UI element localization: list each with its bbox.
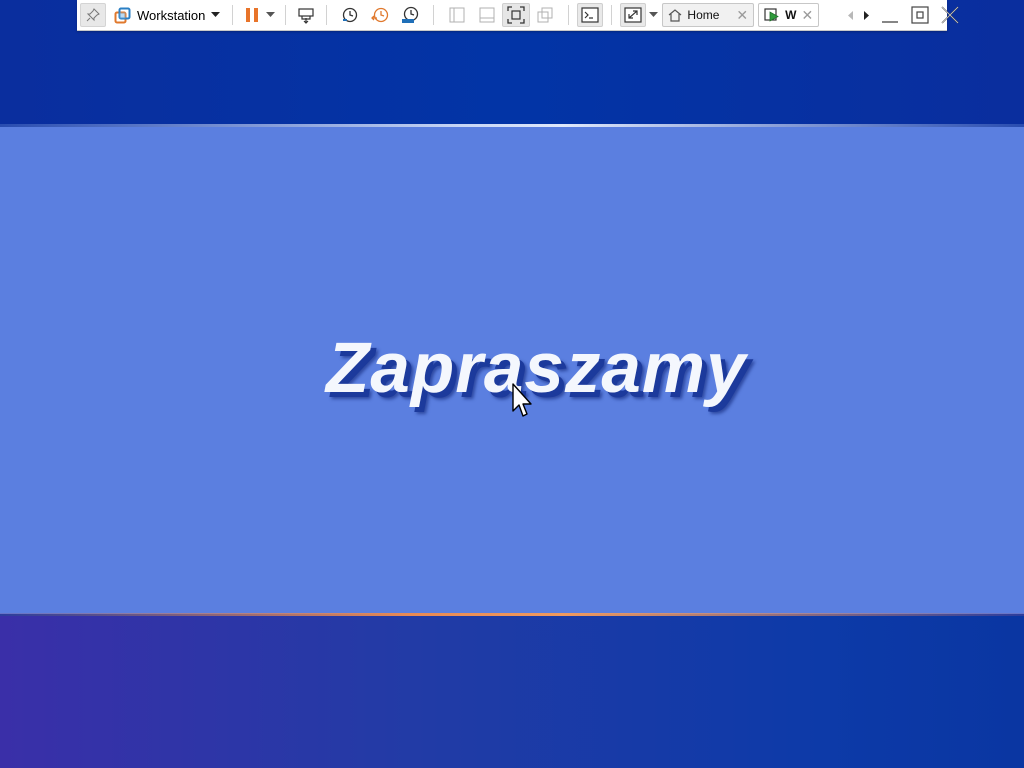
toolbar-separator xyxy=(433,5,435,25)
pin-icon xyxy=(86,8,100,22)
stretch-guest-button[interactable] xyxy=(620,3,647,27)
scroll-tabs-left-button[interactable] xyxy=(843,3,859,27)
view-menu-button[interactable] xyxy=(646,3,660,27)
scroll-tabs-right-button[interactable] xyxy=(859,3,875,27)
bottom-band xyxy=(0,616,1024,768)
full-screen-button[interactable] xyxy=(502,3,531,27)
restore-button[interactable] xyxy=(905,3,935,27)
revert-snapshot-button[interactable] xyxy=(365,3,395,27)
tab-home-label: Home xyxy=(687,8,720,22)
stretch-guest-icon xyxy=(624,7,643,23)
close-tab-icon[interactable]: ✕ xyxy=(736,8,748,22)
close-tab-icon[interactable]: ✕ xyxy=(801,8,813,22)
workstation-label: Workstation xyxy=(137,7,206,23)
show-library-button[interactable] xyxy=(442,3,472,27)
close-button[interactable] xyxy=(935,3,965,27)
toolbar-separator xyxy=(568,5,570,25)
mouse-cursor-icon xyxy=(512,383,532,417)
toolbar-separator xyxy=(326,5,328,25)
console-view-button[interactable] xyxy=(577,3,604,27)
close-icon xyxy=(941,6,959,24)
home-icon xyxy=(669,8,682,22)
show-thumbnail-bar-icon xyxy=(479,7,495,23)
dropdown-arrow-icon xyxy=(648,12,658,17)
tab-home[interactable]: Home ✕ xyxy=(662,3,755,27)
tab-vm-label: W xyxy=(785,8,797,22)
suspend-button[interactable] xyxy=(241,3,263,27)
scroll-left-icon xyxy=(848,10,854,20)
take-snapshot-button[interactable] xyxy=(335,3,365,27)
show-library-icon xyxy=(449,7,465,23)
unity-icon xyxy=(537,7,553,23)
pin-toolbar-button[interactable] xyxy=(80,3,106,27)
vmware-logo-icon xyxy=(114,7,131,23)
unity-button[interactable] xyxy=(530,3,560,27)
workstation-menu[interactable]: Workstation xyxy=(110,3,224,27)
snapshot-manager-button[interactable] xyxy=(395,3,425,27)
snapshot-take-icon xyxy=(343,7,358,23)
scroll-right-icon xyxy=(864,10,870,20)
console-view-icon xyxy=(581,7,600,23)
snapshot-revert-icon xyxy=(371,7,389,23)
vm-play-icon xyxy=(764,8,779,22)
toolbar-separator xyxy=(285,5,287,25)
full-screen-icon xyxy=(507,6,526,24)
minimize-button[interactable] xyxy=(875,3,905,27)
send-ctrl-alt-del-icon xyxy=(298,8,315,24)
show-thumbnail-bar-button[interactable] xyxy=(472,3,502,27)
power-menu-button[interactable] xyxy=(263,3,277,27)
toolbar-separator xyxy=(232,5,234,25)
welcome-text: Zapraszamy xyxy=(326,329,747,408)
vmware-toolbar: Workstation Home ✕ W ✕ xyxy=(77,0,959,31)
restore-icon xyxy=(911,6,929,24)
pause-icon xyxy=(246,8,259,22)
snapshot-manager-icon xyxy=(402,6,419,23)
send-ctrl-alt-del-button[interactable] xyxy=(294,3,318,27)
dropdown-arrow-icon xyxy=(265,12,275,17)
toolbar-separator xyxy=(611,5,613,25)
minimize-icon xyxy=(882,21,899,23)
dropdown-arrow-icon xyxy=(211,12,221,17)
tab-vm[interactable]: W ✕ xyxy=(758,3,820,27)
